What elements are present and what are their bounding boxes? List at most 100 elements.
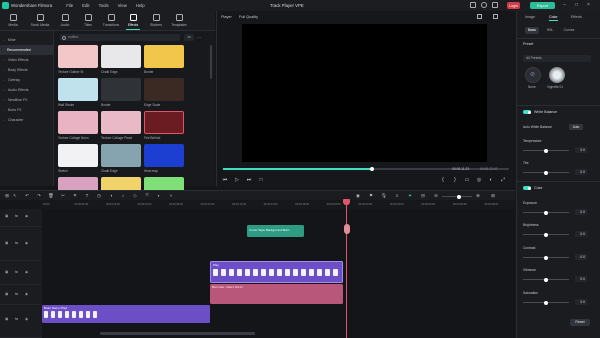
playhead-line[interactable] <box>346 201 347 338</box>
stop-icon[interactable]: □ <box>257 177 265 183</box>
menu-view[interactable]: View <box>118 3 127 8</box>
snapshot-icon[interactable] <box>477 14 482 19</box>
screen-icon[interactable] <box>470 2 476 8</box>
menu-file[interactable]: File <box>66 3 73 8</box>
ai-icon[interactable]: ✦ <box>407 193 413 199</box>
search-input[interactable]: outline <box>60 34 180 41</box>
grid-icon[interactable] <box>492 2 498 8</box>
timeline-h-scrollbar[interactable] <box>100 332 255 335</box>
track-link-icon[interactable]: ⇆ <box>15 214 18 218</box>
track-visibility-icon[interactable]: ◉ <box>25 214 28 218</box>
cursor-icon[interactable]: ↖ <box>12 193 18 199</box>
preset-vignette-thumb[interactable] <box>549 67 565 83</box>
camera-icon[interactable]: ◎ <box>475 177 483 183</box>
track-visibility-icon[interactable]: ◉ <box>25 241 28 245</box>
close-icon[interactable]: × <box>585 2 592 9</box>
category-boris-fx[interactable]: › Boris FX <box>0 105 53 115</box>
subtab-curves[interactable]: Curves <box>561 27 577 34</box>
transform-icon[interactable]: ⤧ <box>144 193 150 199</box>
effect-thumbnail[interactable] <box>144 45 184 68</box>
brightness-knob[interactable] <box>544 232 548 237</box>
vibrance-value[interactable]: 0.0 <box>575 276 587 282</box>
track-lock-icon[interactable]: ▣ <box>5 317 8 321</box>
track-lock-icon[interactable]: ▣ <box>5 241 8 245</box>
crop-icon[interactable]: ⌗ <box>72 193 78 199</box>
category-overlay[interactable]: › Overlay <box>0 75 53 85</box>
more-options-icon[interactable]: ⋯ <box>197 34 203 41</box>
voiceover-icon[interactable]: ≡ <box>394 193 400 199</box>
audio-clip[interactable]: Run now - Now I Am In <box>210 284 343 304</box>
effect-thumbnail[interactable] <box>144 144 184 167</box>
track-visibility-icon[interactable]: ◉ <box>25 317 28 321</box>
play-icon[interactable]: ▷ <box>233 177 241 183</box>
category-mine[interactable]: › Mine <box>0 35 53 45</box>
quality-dropdown[interactable]: Full Quality <box>239 15 258 19</box>
effect-thumbnail[interactable] <box>144 78 184 101</box>
color-match-icon[interactable]: ◑ <box>108 193 114 199</box>
track-lock-icon[interactable]: ▣ <box>5 292 8 296</box>
filter-dropdown[interactable]: All <box>184 34 194 41</box>
render-icon[interactable]: ◉ <box>355 193 361 199</box>
menu-help[interactable]: Help <box>136 3 145 8</box>
snap-icon[interactable]: ⊟ <box>420 193 426 199</box>
login-button[interactable]: Login <box>507 2 520 9</box>
tab-effects-props[interactable]: Effects <box>571 15 582 19</box>
tab-templates[interactable]: Templates <box>168 13 190 27</box>
subtab-hsl[interactable]: HSL <box>544 27 556 34</box>
mark-in-icon[interactable]: { <box>439 177 447 183</box>
effect-thumbnail[interactable] <box>144 111 184 134</box>
category-character[interactable]: › Character <box>0 115 53 125</box>
track-visibility-icon[interactable]: ◉ <box>25 270 28 274</box>
temperature-value[interactable]: 0.0 <box>575 147 587 153</box>
effect-thumbnail[interactable] <box>58 45 98 68</box>
track-link-icon[interactable]: ⇆ <box>15 270 18 274</box>
track-lock-icon[interactable]: ▣ <box>5 214 8 218</box>
tab-titles[interactable]: Titles <box>77 13 99 27</box>
playhead-handle[interactable] <box>343 199 350 205</box>
exposure-value[interactable]: 0.0 <box>575 209 587 215</box>
effect-thumbnail[interactable] <box>101 45 141 68</box>
zoom-out-icon[interactable]: ⊖ <box>433 193 439 199</box>
menu-tools[interactable]: Tools <box>99 3 109 8</box>
tab-audio[interactable]: Audio <box>54 13 76 27</box>
auto-wb-button[interactable]: Auto <box>569 124 583 130</box>
video-preview[interactable] <box>242 24 487 162</box>
contrast-value[interactable]: 0.0 <box>575 254 587 260</box>
category-newblue-fx[interactable]: › NewBlue FX <box>0 95 53 105</box>
previous-frame-icon[interactable]: ⏮ <box>221 177 229 183</box>
track-lock-icon[interactable]: ▣ <box>5 270 8 274</box>
title-clip[interactable]: Comic Style Background Bubl... <box>247 225 304 237</box>
playback-knob[interactable] <box>369 166 374 171</box>
track-link-icon[interactable]: ⇆ <box>15 241 18 245</box>
track-link-icon[interactable]: ⇆ <box>15 317 18 321</box>
category-audio-effects[interactable]: › Audio Effects <box>0 85 53 95</box>
mask-icon[interactable]: ◐ <box>156 193 162 199</box>
maximize-icon[interactable]: □ <box>573 2 580 9</box>
effect-thumbnail[interactable] <box>101 78 141 101</box>
effect-thumbnail[interactable] <box>58 144 98 167</box>
brightness-value[interactable]: 0.0 <box>575 231 587 237</box>
effect-thumbnail[interactable] <box>58 78 98 101</box>
text-tool-icon[interactable]: T <box>84 193 90 199</box>
tab-image[interactable]: Image <box>525 15 535 19</box>
playhead-marker[interactable] <box>343 224 350 234</box>
marker-icon[interactable]: ⚑ <box>368 193 374 199</box>
category-recommended[interactable]: Recommended <box>0 45 53 55</box>
category-body-effects[interactable]: › Body Effects <box>0 65 53 75</box>
color-toggle[interactable] <box>523 186 531 190</box>
split-icon[interactable]: ✂ <box>60 193 66 199</box>
undo-icon[interactable]: ↶ <box>24 193 30 199</box>
tab-transitions[interactable]: Transitions <box>100 13 122 27</box>
next-frame-icon[interactable]: ⏭ <box>245 177 253 183</box>
speed-icon[interactable]: ◷ <box>96 193 102 199</box>
volume-icon[interactable]: ◐ <box>487 177 495 183</box>
mic-icon[interactable]: 🎙 <box>381 193 387 199</box>
tab-color[interactable]: Color <box>549 15 558 21</box>
exposure-knob[interactable] <box>544 210 548 215</box>
fullscreen-icon[interactable] <box>493 14 498 19</box>
tint-knob[interactable] <box>544 170 548 175</box>
track-link-icon[interactable]: ⇆ <box>15 292 18 296</box>
timeline-ruler[interactable]: 00:00 00:00:02:00 00:00:04:00 00:00:06:00 00… <box>42 201 515 209</box>
effects-scrollbar[interactable] <box>210 45 212 79</box>
effect-thumbnail[interactable] <box>58 111 98 134</box>
